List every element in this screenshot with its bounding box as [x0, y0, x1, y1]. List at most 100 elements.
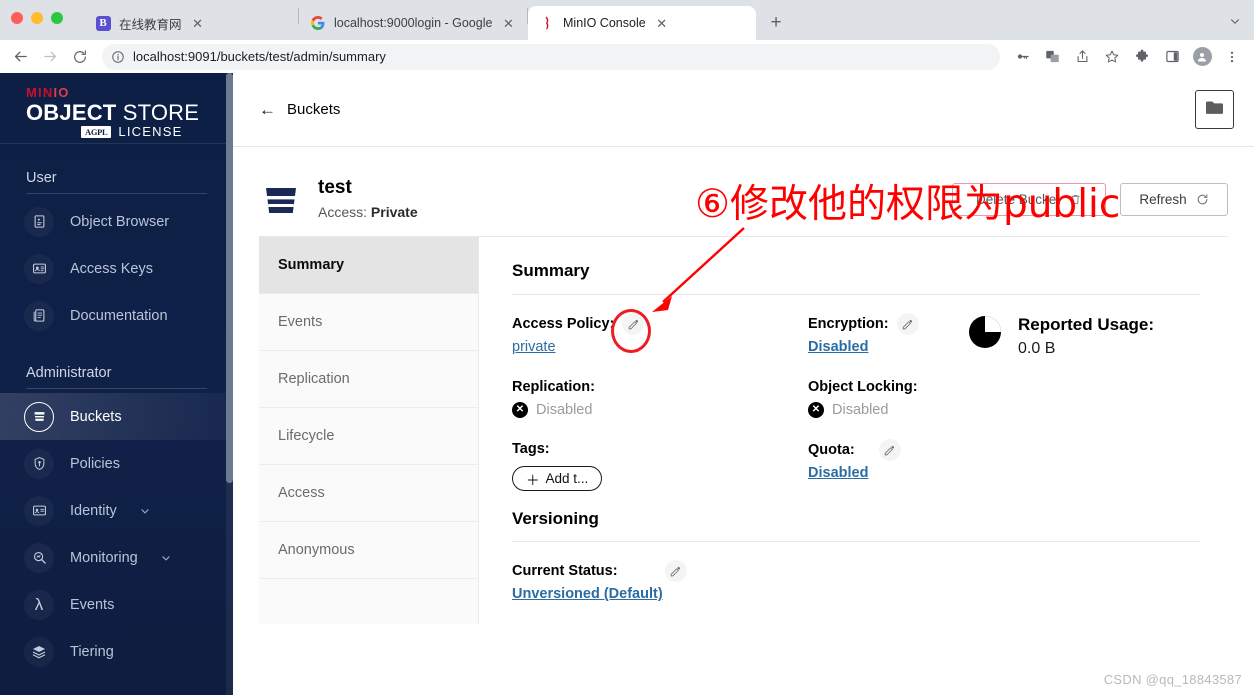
access-value: Private	[370, 204, 418, 220]
browser-tab-1[interactable]: B 在线教育网 ✕	[84, 6, 298, 40]
sidebar-item-events[interactable]: λ Events	[0, 581, 233, 628]
sidebar-item-identity[interactable]: Identity	[0, 487, 233, 534]
current-status-label: Current Status:	[512, 563, 618, 579]
browser-tab-3-active[interactable]: MinIO Console ✕	[528, 6, 756, 40]
edit-access-policy-pencil-icon[interactable]	[622, 313, 645, 335]
encryption-label-row: Encryption:	[808, 313, 968, 335]
sidebar-item-buckets[interactable]: Buckets	[0, 393, 233, 440]
new-tab-button[interactable]: +	[762, 9, 790, 37]
folder-button[interactable]	[1195, 90, 1234, 129]
forward-arrow-icon[interactable]	[36, 43, 64, 71]
versioning-title: Versioning	[512, 509, 599, 528]
sidebar-scrollbar-thumb[interactable]	[226, 73, 233, 483]
tab-replication[interactable]: Replication	[259, 351, 478, 408]
chevron-down-icon[interactable]	[1226, 12, 1244, 30]
sidebar-item-object-browser[interactable]: Object Browser	[0, 198, 233, 245]
field-object-locking: Object Locking: ✕ Disabled	[808, 377, 968, 418]
translate-icon[interactable]	[1038, 43, 1066, 71]
sidebar-item-label: Monitoring	[70, 549, 138, 566]
minio-console-app: MINIO OBJECT STORE AGPL LICENSE User Obj…	[0, 73, 1254, 695]
divider	[26, 193, 207, 194]
summary-title: Summary	[512, 261, 590, 280]
reload-icon[interactable]	[66, 43, 94, 71]
sidebar-heading-administrator: Administrator	[26, 365, 112, 381]
minimize-window-button[interactable]	[31, 12, 43, 24]
three-dot-menu-icon[interactable]	[1218, 43, 1246, 71]
edit-encryption-pencil-icon[interactable]	[896, 313, 919, 335]
tab-title: 在线教育网	[119, 17, 182, 32]
address-bar[interactable]: localhost:9091/buckets/test/admin/summar…	[102, 43, 1000, 70]
sidebar-item-access-keys[interactable]: Access Keys	[0, 245, 233, 292]
object-browser-icon	[24, 206, 54, 237]
extensions-puzzle-icon[interactable]	[1128, 43, 1156, 71]
bookmark-star-icon[interactable]	[1098, 43, 1126, 71]
sidebar-item-documentation[interactable]: Documentation	[0, 292, 233, 339]
tab-access[interactable]: Access	[259, 465, 478, 522]
main-content: ← Buckets test Access: Private Delete Bu…	[233, 73, 1254, 695]
sidebar-item-label: Events	[70, 596, 115, 613]
watermark: CSDN @qq_18843587	[1103, 672, 1242, 687]
bucket-detail-content: test Access: Private Delete Bucket Refre…	[233, 147, 1254, 695]
add-tag-button[interactable]: ＋ Add t...	[512, 466, 603, 491]
sidebar-item-label: Identity	[70, 502, 117, 519]
tab-anonymous[interactable]: Anonymous	[259, 522, 478, 579]
share-icon[interactable]	[1068, 43, 1096, 71]
field-tags: Tags: ＋ Add t...	[512, 439, 808, 491]
sidebar-item-policies[interactable]: Policies	[0, 440, 233, 487]
access-policy-value-link[interactable]: private	[512, 339, 556, 355]
profile-avatar-icon[interactable]	[1188, 43, 1216, 71]
bucket-actions: Delete Bucket Refresh	[952, 183, 1228, 216]
logo-io-text: IO	[53, 85, 70, 100]
password-key-icon[interactable]	[1008, 43, 1036, 71]
delete-bucket-button[interactable]: Delete Bucket	[952, 183, 1106, 216]
divider	[512, 541, 1200, 542]
object-locking-value-text: Disabled	[832, 402, 889, 418]
edit-quota-pencil-icon[interactable]	[878, 439, 901, 461]
refresh-button[interactable]: Refresh	[1120, 183, 1228, 216]
bucket-header: test Access: Private Delete Bucket Refre…	[259, 177, 1228, 222]
summary-column-middle: Encryption: Disabled Object Locking: ✕ D…	[808, 313, 968, 503]
sidebar-item-monitoring[interactable]: Monitoring	[0, 534, 233, 581]
versioning-section: Versioning Current Status: Unversioned (…	[512, 509, 1228, 603]
tab-lifecycle[interactable]: Lifecycle	[259, 408, 478, 465]
browser-tab-2[interactable]: localhost:9000login - Google ✕	[299, 6, 527, 40]
minio-icon	[539, 15, 555, 31]
sidebar-scrollbar-track[interactable]	[226, 73, 233, 695]
tab-summary[interactable]: Summary	[259, 237, 478, 294]
current-status-value-link[interactable]: Unversioned (Default)	[512, 586, 663, 602]
back-to-buckets-link[interactable]: ← Buckets	[259, 101, 340, 118]
window-traffic-lights[interactable]	[11, 12, 63, 24]
side-panel-icon[interactable]	[1158, 43, 1186, 71]
edit-versioning-pencil-icon[interactable]	[664, 560, 687, 582]
divider	[26, 388, 207, 389]
sidebar-heading-user: User	[26, 170, 57, 186]
chevron-down-icon[interactable]	[139, 505, 151, 517]
field-access-policy: Access Policy: private	[512, 313, 808, 356]
tab-events[interactable]: Events	[259, 294, 478, 351]
screenshot-root: B 在线教育网 ✕ localhost:9000login - Google ✕	[0, 0, 1254, 695]
back-arrow-icon[interactable]	[6, 43, 34, 71]
summary-column-left: Access Policy: private Replication: ✕ Di…	[512, 313, 808, 503]
chevron-down-icon[interactable]	[160, 552, 172, 564]
info-circle-icon[interactable]	[111, 50, 125, 64]
maximize-window-button[interactable]	[51, 12, 63, 24]
summary-detail: Summary Access Policy: private Replicati…	[479, 237, 1228, 624]
close-window-button[interactable]	[11, 12, 23, 24]
close-icon[interactable]: ✕	[190, 15, 206, 31]
refresh-label: Refresh	[1139, 192, 1187, 207]
encryption-value-link[interactable]: Disabled	[808, 339, 868, 355]
logo-object-text: OBJECT	[26, 100, 117, 125]
page-header: ← Buckets	[233, 73, 1254, 147]
close-icon[interactable]: ✕	[654, 15, 670, 31]
logo-min-text: MIN	[26, 85, 54, 100]
bucket-access: Access: Private	[318, 202, 418, 222]
close-icon[interactable]: ✕	[500, 15, 516, 31]
url-text: localhost:9091/buckets/test/admin/summar…	[133, 49, 386, 64]
add-tag-label: Add t...	[545, 471, 589, 486]
sidebar-item-tiering[interactable]: Tiering	[0, 628, 233, 675]
disabled-x-icon: ✕	[512, 402, 528, 418]
quota-value-link[interactable]: Disabled	[808, 465, 868, 481]
current-status-label-row: Current Status:	[512, 560, 1228, 582]
divider	[512, 294, 1200, 295]
access-keys-icon	[24, 253, 54, 284]
